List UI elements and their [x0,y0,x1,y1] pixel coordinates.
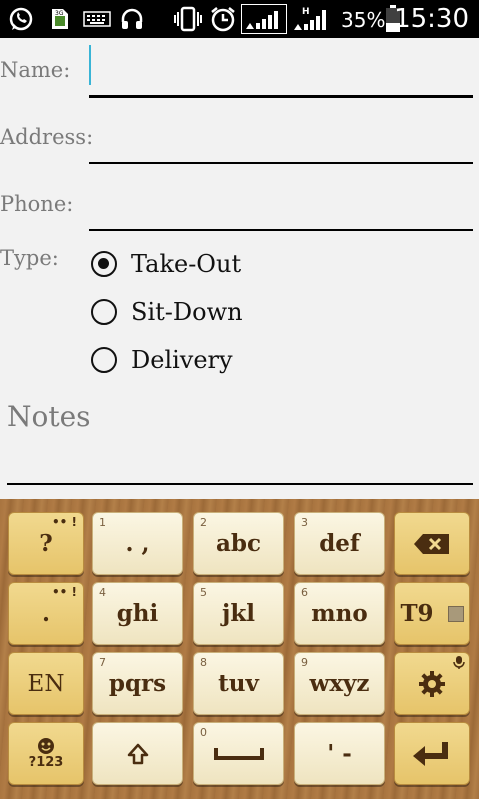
vibrate-icon [172,6,204,32]
clock: 15:30 [394,4,469,34]
key-label: . , [125,530,150,557]
key-number: 4 [99,586,106,599]
space-icon [213,747,264,760]
key-question[interactable]: •• ! ? [8,512,84,575]
key-label: jkl [222,600,255,627]
key-number: 2 [200,516,207,529]
key-label: T9 [400,600,434,627]
svg-text:3G: 3G [55,10,64,17]
radio-take-out[interactable]: Take-Out [91,250,241,278]
radio-label: Take-Out [131,250,242,278]
signal-h-icon: H [291,6,333,32]
radio-sit-down[interactable]: Sit-Down [91,298,243,326]
key-7[interactable]: 7 pqrs [92,652,183,715]
phone-field-underline [89,229,473,231]
key-punctuation[interactable]: ' - [294,722,385,785]
mic-icon [453,656,465,669]
key-language[interactable]: EN [8,652,84,715]
battery-percent: 35% [341,8,386,32]
keyboard-icon [82,6,112,32]
headphones-icon [118,6,146,32]
phone-field[interactable] [89,187,477,229]
key-period[interactable]: •• ! . [8,582,84,645]
address-field[interactable] [89,120,477,162]
notes-label: Notes [7,400,91,433]
type-label: Type: [0,246,59,270]
key-label: ?123 [28,755,64,770]
key-label: EN [27,670,65,697]
key-corner-label: •• ! [52,515,77,529]
t9-keyboard: •• ! ? 1 . , 2 abc 3 def •• ! . 4 ghi 5 … [0,499,479,799]
key-number: 6 [301,586,308,599]
sim-3g-icon: 3G [48,6,72,32]
key-label: ghi [116,600,159,627]
key-backspace[interactable] [394,512,470,575]
key-label: . [41,600,50,627]
key-space[interactable]: 0 [193,722,284,785]
notes-field-underline[interactable] [7,483,473,485]
whatsapp-icon [6,6,36,32]
key-number: 5 [200,586,207,599]
key-label: ? [39,530,53,557]
status-bar: 3G H 35% 15:30 [0,0,479,38]
shift-icon [127,743,148,764]
radio-delivery[interactable]: Delivery [91,346,233,374]
key-label: def [319,530,360,557]
key-t9-toggle[interactable]: T9 [394,582,470,645]
key-label: wxyz [309,670,370,697]
radio-button-checked[interactable] [91,251,117,277]
key-number: 8 [200,656,207,669]
radio-button[interactable] [91,299,117,325]
key-8[interactable]: 8 tuv [193,652,284,715]
emoji-icon [38,738,54,754]
key-number: 9 [301,656,308,669]
key-2[interactable]: 2 abc [193,512,284,575]
key-number: 1 [99,516,106,529]
radio-label: Sit-Down [131,298,243,326]
key-corner-label: •• ! [52,585,77,599]
key-symbols[interactable]: ?123 [8,722,84,785]
enter-icon [413,741,448,766]
backspace-icon [414,533,449,554]
key-6[interactable]: 6 mno [294,582,385,645]
svg-text:H: H [302,7,310,17]
key-number: 7 [99,656,106,669]
key-shift[interactable] [92,722,183,785]
key-enter[interactable] [394,722,470,785]
key-label: mno [311,600,368,627]
alarm-icon [208,6,238,32]
name-field-underline [89,95,473,98]
key-5[interactable]: 5 jkl [193,582,284,645]
key-1[interactable]: 1 . , [92,512,183,575]
text-cursor [89,45,91,85]
settings-icon [419,670,445,697]
key-number: 0 [200,726,207,739]
phone-label: Phone: [0,192,74,216]
key-9[interactable]: 9 wxyz [294,652,385,715]
key-settings[interactable] [394,652,470,715]
address-field-underline [89,162,473,164]
name-field[interactable] [89,45,477,87]
key-label: abc [216,530,261,557]
radio-label: Delivery [131,346,233,374]
key-label: ' - [327,740,352,767]
key-label: tuv [218,670,259,697]
t9-indicator [447,605,464,622]
address-label: Address: [0,125,94,149]
signal-icon [241,4,287,34]
key-number: 3 [301,516,308,529]
name-label: Name: [0,58,71,82]
key-label: pqrs [108,670,167,697]
key-4[interactable]: 4 ghi [92,582,183,645]
radio-button[interactable] [91,347,117,373]
key-3[interactable]: 3 def [294,512,385,575]
